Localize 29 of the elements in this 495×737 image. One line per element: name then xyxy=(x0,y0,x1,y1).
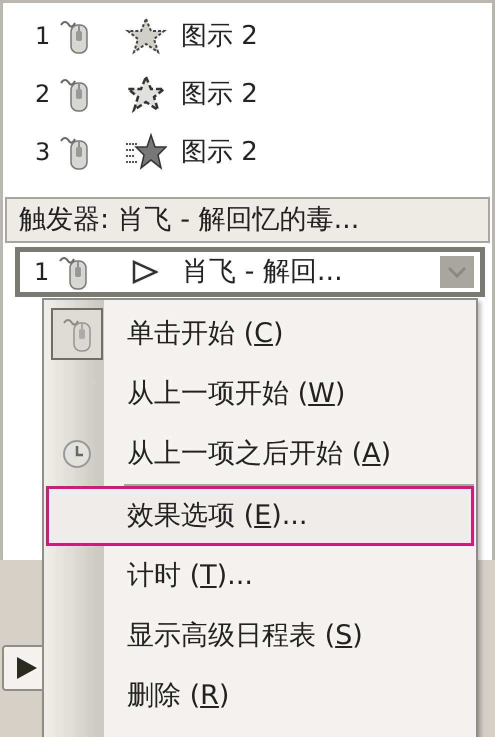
trigger-header: 触发器: 肖飞 - 解回忆的毒... xyxy=(5,197,490,243)
menu-item[interactable]: 单击开始 (C) xyxy=(46,304,474,364)
item-label: 图示 2 xyxy=(181,78,258,110)
menu-item[interactable]: 显示高级日程表 (S) xyxy=(46,606,474,666)
menu-item-label: 从上一项之后开始 (A) xyxy=(127,436,392,471)
play-icon xyxy=(16,656,38,680)
item-label: 图示 2 xyxy=(181,136,258,168)
menu-item-label: 计时 (T)... xyxy=(127,558,253,593)
item-label: 图示 2 xyxy=(181,20,258,52)
item-number: 1 xyxy=(34,257,50,288)
play-icon xyxy=(132,260,158,284)
menu-item-label: 删除 (R) xyxy=(127,678,230,713)
chevron-down-icon xyxy=(447,266,467,278)
item-number: 1 xyxy=(35,21,52,52)
menu-item[interactable]: 从上一项之后开始 (A) xyxy=(46,424,474,484)
menu-item[interactable]: 从上一项开始 (W) xyxy=(46,364,474,424)
star-icon xyxy=(125,132,167,172)
menu-item-label: 从上一项开始 (W) xyxy=(127,376,346,411)
menu-item-label: 效果选项 (E)... xyxy=(127,498,308,533)
menu-item[interactable]: 效果选项 (E)... xyxy=(46,486,474,546)
animation-item[interactable]: 1 肖飞 - 解回... xyxy=(15,247,485,297)
item-number: 3 xyxy=(35,137,52,168)
menu-item-label: 单击开始 (C) xyxy=(127,316,284,351)
menu-item-label: 显示高级日程表 (S) xyxy=(127,618,363,653)
menu-item[interactable]: 计时 (T)... xyxy=(46,546,474,606)
menu-item[interactable]: 删除 (R) xyxy=(46,666,474,726)
item-number: 2 xyxy=(35,79,52,110)
star-icon xyxy=(125,16,167,56)
item-label: 肖飞 - 解回... xyxy=(182,254,343,289)
